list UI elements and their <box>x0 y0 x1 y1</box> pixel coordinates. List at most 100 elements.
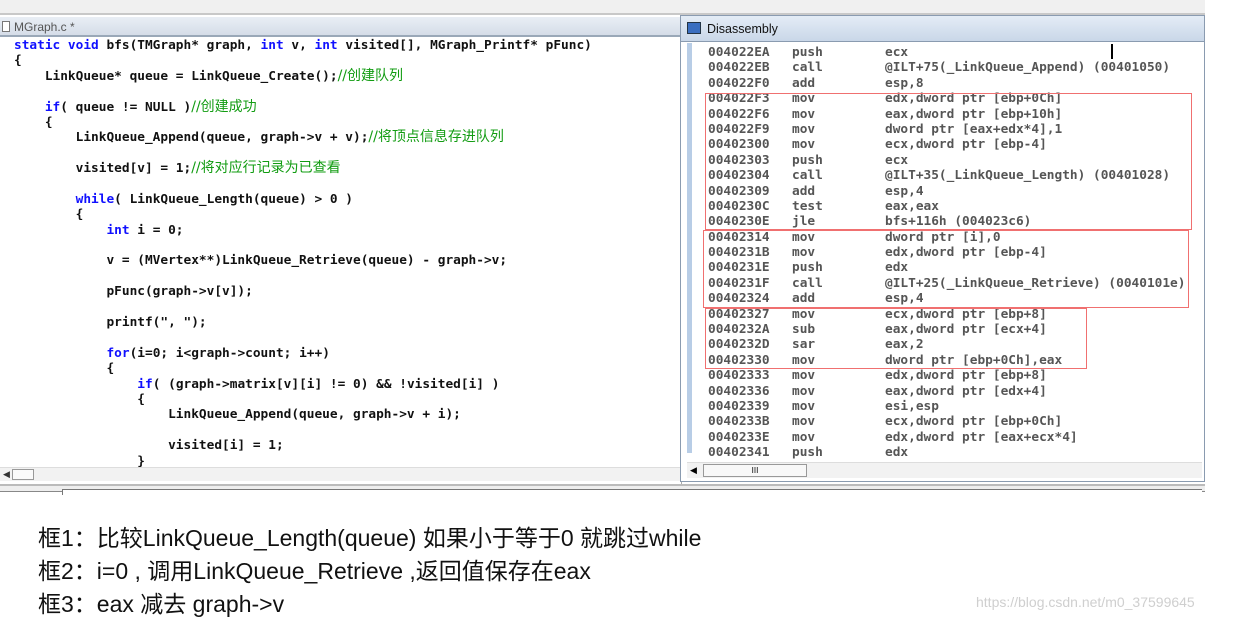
code-comment: //创建成功 <box>191 98 257 115</box>
file-icon <box>2 21 10 32</box>
code-text: v = (MVertex**)LinkQueue_Retrieve(queue)… <box>14 253 508 269</box>
note-box-2: 框2：i=0 , 调用LinkQueue_Retrieve ,返回值保存在eax <box>38 558 591 584</box>
note-box-1: 框1：比较LinkQueue_Length(queue) 如果小于等于0 就跳过… <box>38 525 702 551</box>
code-line: static void bfs(TMGraph* graph, int v, i… <box>14 38 592 53</box>
code-text: printf(", "); <box>14 315 207 331</box>
instruction-address: 004022EB <box>708 60 770 76</box>
scrollbar-thumb[interactable]: III <box>703 464 807 477</box>
code-line: { <box>14 115 592 130</box>
code-keyword: static void <box>14 38 99 53</box>
code-text: { <box>14 207 84 223</box>
instruction-mnemonic: add <box>792 75 816 91</box>
highlight-box-1 <box>705 93 1192 230</box>
code-keyword: int <box>106 222 130 238</box>
code-line: visited[v] = 1;//将对应行记录为已查看 <box>14 160 592 177</box>
code-keyword: if <box>44 99 61 115</box>
instruction-address: 0040233B <box>708 414 770 430</box>
scrollbar-thumb[interactable] <box>12 469 34 480</box>
code-keyword: if <box>137 376 153 392</box>
annotation-notes: 框1：比较LinkQueue_Length(queue) 如果小于等于0 就跳过… <box>38 522 701 621</box>
code-text: { <box>14 114 53 130</box>
code-area[interactable]: static void bfs(TMGraph* graph, int v, i… <box>14 38 592 469</box>
editor-horizontal-scrollbar[interactable]: ◀ <box>0 467 680 481</box>
code-line: printf(", "); <box>14 315 592 330</box>
code-line: LinkQueue_Append(queue, graph->v + i); <box>14 407 592 422</box>
instruction-operands: edx <box>885 445 909 461</box>
code-text: ( queue != NULL ) <box>60 99 192 115</box>
code-text: LinkQueue_Append(queue, graph->v + i); <box>14 407 461 423</box>
code-line: visited[i] = 1; <box>14 438 592 453</box>
output-panel <box>62 489 1202 495</box>
code-text: { <box>14 361 115 377</box>
code-keyword: int <box>314 38 338 53</box>
instruction-operands: eax,dword ptr [edx+4] <box>885 383 1047 399</box>
code-line: LinkQueue* queue = LinkQueue_Create();//… <box>14 67 592 84</box>
code-line: { <box>14 392 592 407</box>
instruction-mnemonic: push <box>792 45 823 60</box>
instruction-address: 00402341 <box>708 445 770 461</box>
code-line: while( LinkQueue_Length(queue) > 0 ) <box>14 192 592 207</box>
code-text: bfs(TMGraph* graph, <box>98 38 261 53</box>
disassembly-title-bar: Disassembly <box>681 16 1204 42</box>
disassembly-window-icon <box>687 22 701 34</box>
watermark: https://blog.csdn.net/m0_37599645 <box>976 594 1195 610</box>
disassembly-gutter[interactable] <box>687 43 692 453</box>
instruction-operands: edx,dword ptr [ebp+8] <box>885 368 1047 384</box>
code-line: { <box>14 361 592 376</box>
code-line: v = (MVertex**)LinkQueue_Retrieve(queue)… <box>14 253 592 268</box>
instruction-operands: ecx <box>885 45 909 60</box>
code-text: visited[i] = 1; <box>14 438 284 454</box>
code-comment: //将顶点信息存进队列 <box>368 129 504 146</box>
code-line: LinkQueue_Append(queue, graph->v + v);//… <box>14 129 592 146</box>
instruction-mnemonic: mov <box>792 368 816 384</box>
instruction-address: 00402333 <box>708 368 770 384</box>
instruction-mnemonic: push <box>792 445 823 461</box>
disassembly-title: Disassembly <box>707 22 778 36</box>
code-text: (i=0; i<graph->count; i++) <box>129 345 330 361</box>
code-line: for(i=0; i<graph->count; i++) <box>14 346 592 361</box>
scroll-left-arrow-icon[interactable]: ◀ <box>3 469 10 480</box>
code-line: pFunc(graph->v[v]); <box>14 284 592 299</box>
code-comment: //创建队列 <box>337 67 404 84</box>
note-box-3: 框3：eax 减去 graph->v <box>38 591 285 617</box>
code-text: { <box>14 391 145 407</box>
instruction-mnemonic: mov <box>792 414 816 430</box>
code-text: LinkQueue* queue = LinkQueue_Create(); <box>14 68 338 84</box>
editor-tab[interactable]: MGraph.c * <box>0 17 682 37</box>
instruction-address: 00402339 <box>708 398 770 414</box>
code-line: int i = 0; <box>14 223 592 238</box>
instruction-operands: @ILT+75(_LinkQueue_Append) (00401050) <box>885 60 1171 76</box>
disassembly-horizontal-scrollbar[interactable]: ◀ III <box>687 462 1202 478</box>
instruction-operands: ecx,dword ptr [ebp+0Ch] <box>885 414 1063 430</box>
code-keyword: while <box>75 191 115 207</box>
code-editor-window: MGraph.c * static void bfs(TMGraph* grap… <box>0 15 682 485</box>
scroll-left-arrow-icon[interactable]: ◀ <box>690 465 697 476</box>
instruction-address: 004022EA <box>708 45 770 60</box>
instruction-operands: edx,dword ptr [eax+ecx*4] <box>885 429 1078 445</box>
code-text: visited[], MGraph_Printf* pFunc) <box>337 38 592 53</box>
code-text: visited[v] = 1; <box>14 161 192 177</box>
highlight-box-3 <box>705 308 1087 369</box>
code-keyword: int <box>260 38 284 53</box>
code-comment: //将对应行记录为已查看 <box>191 160 341 177</box>
instruction-address: 0040233E <box>708 429 770 445</box>
top-toolbar-strip <box>0 0 1205 15</box>
instruction-mnemonic: mov <box>792 398 816 414</box>
code-keyword: for <box>106 345 130 361</box>
instruction-mnemonic: call <box>792 60 823 76</box>
instruction-mnemonic: mov <box>792 429 816 445</box>
instruction-operands: esp,8 <box>885 75 924 91</box>
code-text: v, <box>283 38 315 53</box>
code-text: ( LinkQueue_Length(queue) > 0 ) <box>114 191 354 207</box>
text-cursor <box>1111 44 1113 59</box>
code-line: { <box>14 53 592 68</box>
instruction-address: 004022F0 <box>708 75 770 91</box>
highlight-box-2 <box>703 230 1189 308</box>
